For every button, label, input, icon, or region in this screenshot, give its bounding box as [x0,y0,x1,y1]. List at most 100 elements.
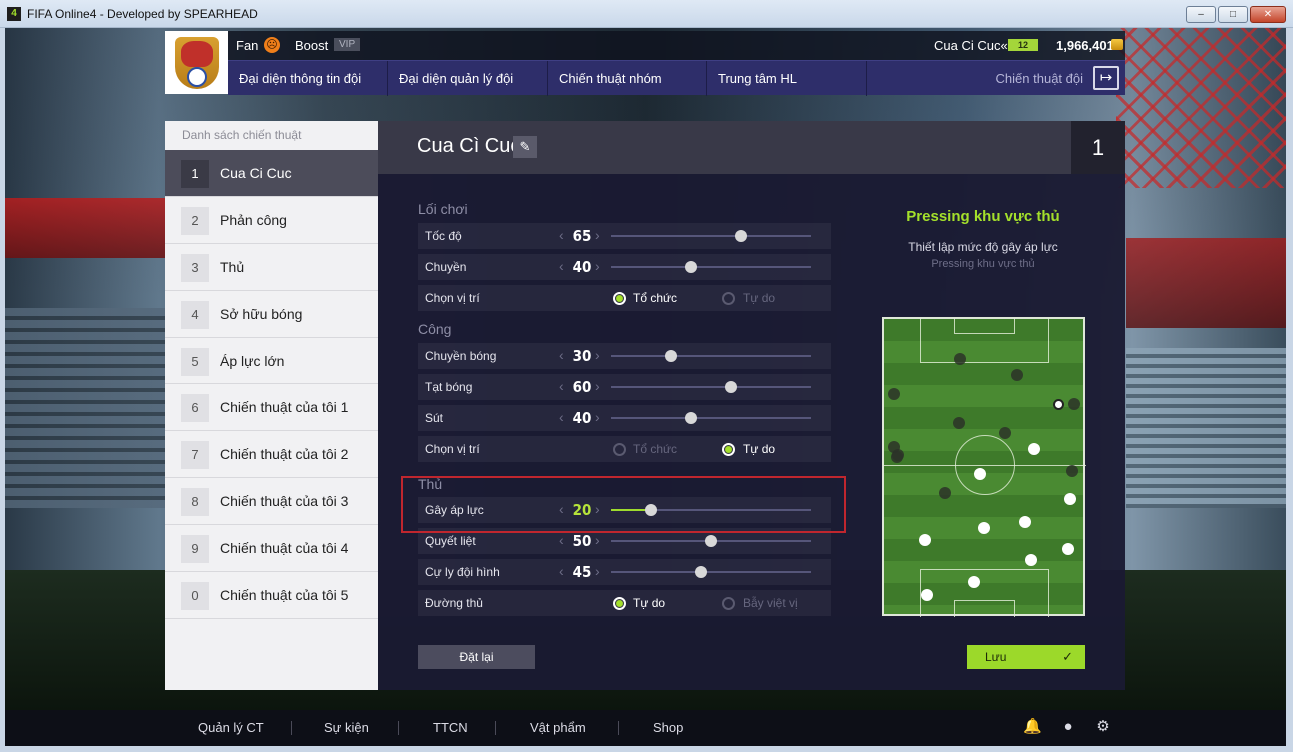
radio-label: Tổ chức [633,442,678,456]
tactic-number: 2 [181,206,209,235]
slider-knob[interactable] [725,381,737,393]
decrease-icon[interactable]: ‹ [559,378,564,394]
radio-label: Tự do [633,596,666,610]
coin-balance: 1,966,401 [1056,38,1114,53]
nav-group-tactics[interactable]: Chiến thuật nhóm [548,61,707,96]
nav-training-center[interactable]: Trung tâm HL [707,61,867,96]
tactic-item-4[interactable]: 4 Sở hữu bóng [165,291,378,338]
decrease-icon[interactable]: ‹ [559,532,564,548]
pitch-preview [882,317,1086,617]
decrease-icon[interactable]: ‹ [559,258,564,274]
tactic-item-10[interactable]: 0 Chiến thuật của tôi 5 [165,572,378,619]
menu-tactics-management[interactable]: Quản lý CT [198,720,264,735]
increase-icon[interactable]: › [595,347,600,363]
bell-icon[interactable]: 🔔 [1023,718,1042,736]
increase-icon[interactable]: › [595,563,600,579]
pitch-center-circle [955,435,1015,495]
radio-label: Bẫy việt vị [743,596,798,610]
boost-label[interactable]: Boost [295,38,328,53]
slider-track[interactable] [611,412,811,424]
slider-track[interactable] [611,350,811,362]
slider-row-passing: Chuyền ‹ 40 › [418,254,831,280]
increase-icon[interactable]: › [595,409,600,425]
slider-knob[interactable] [665,350,677,362]
tactic-item-7[interactable]: 7 Chiến thuật của tôi 2 [165,431,378,479]
edit-icon[interactable]: ✎ [513,136,537,158]
nav-team-management[interactable]: Đại diện quản lý đội [388,61,548,96]
tactic-label: Áp lực lớn [220,352,285,369]
increase-icon[interactable]: › [595,532,600,548]
slider-row-shooting: Sút ‹ 40 › [418,405,831,431]
close-button[interactable]: ✕ [1250,6,1286,23]
team-player-marker [968,576,980,588]
opponent-player-marker [1011,369,1023,381]
tactic-item-8[interactable]: 8 Chiến thuật của tôi 3 [165,478,378,526]
radio-offside-trap[interactable] [722,597,735,610]
menu-events[interactable]: Sự kiện [324,720,369,735]
opponent-player-marker [999,427,1011,439]
reset-button[interactable]: Đặt lại [418,645,535,669]
slider-row-speed: Tốc độ ‹ 65 › [418,223,831,249]
slider-track[interactable] [611,535,811,547]
slider-knob[interactable] [735,230,747,242]
menu-shop[interactable]: Shop [653,720,683,735]
decrease-icon[interactable]: ‹ [559,563,564,579]
increase-icon[interactable]: › [595,258,600,274]
window-title: FIFA Online4 - Developed by SPEARHEAD [27,7,258,21]
app-icon: 4 [7,7,21,21]
tactic-item-3[interactable]: 3 Thủ [165,244,378,291]
radio-free[interactable] [722,443,735,456]
opponent-player-marker [1066,465,1078,477]
slider-track[interactable] [611,381,811,393]
tactic-label: Chiến thuật của tôi 3 [220,493,349,510]
slider-knob[interactable] [705,535,717,547]
decrease-icon[interactable]: ‹ [559,347,564,363]
maximize-button[interactable]: □ [1218,6,1248,23]
minimize-button[interactable]: – [1186,6,1216,23]
increase-icon[interactable]: › [595,378,600,394]
nav-team-info[interactable]: Đại diện thông tin đội [228,61,388,96]
radio-free[interactable] [613,597,626,610]
menu-items[interactable]: Vật phẩm [530,720,586,735]
tactic-item-1[interactable]: 1 Cua Ci Cuc [165,150,378,197]
tactic-label: Phản công [220,211,287,228]
stadium-banner-left [5,198,165,258]
menu-personal-info[interactable]: TTCN [433,720,468,735]
gear-icon[interactable]: ⚙ [1094,718,1112,736]
save-button[interactable]: Lưu ✓ [967,645,1085,669]
slider-knob[interactable] [685,412,697,424]
tactic-item-9[interactable]: 9 Chiến thuật của tôi 4 [165,525,378,573]
fan-label: Fan [236,38,259,53]
team-player-marker [1019,516,1031,528]
decrease-icon[interactable]: ‹ [559,227,564,243]
slider-track[interactable] [611,566,811,578]
radio-free[interactable] [722,292,735,305]
tactic-number: 5 [181,347,209,376]
nav-team-tactics[interactable]: Chiến thuật đội [996,61,1083,96]
radio-organized[interactable] [613,292,626,305]
tactic-item-6[interactable]: 6 Chiến thuật của tôi 1 [165,384,378,432]
exit-icon[interactable]: ↦ [1093,66,1119,90]
decrease-icon[interactable]: ‹ [559,409,564,425]
opponent-player-marker [891,451,903,463]
slider-knob[interactable] [695,566,707,578]
team-player-marker [919,534,931,546]
stadium-banner-right [1126,238,1286,328]
increase-icon[interactable]: › [595,227,600,243]
tactic-item-2[interactable]: 2 Phản công [165,197,378,244]
window-frame-bottom [0,746,1293,752]
tactic-number: 4 [181,300,209,329]
user-icon[interactable]: ● [1059,718,1077,736]
radio-organized[interactable] [613,443,626,456]
tactic-label: Chiến thuật của tôi 1 [220,399,349,416]
tactic-header: Cua Cì Cuc ✎ 1 [378,121,1125,174]
tactic-label: Chiến thuật của tôi 2 [220,446,349,463]
tactic-item-5[interactable]: 5 Áp lực lớn [165,338,378,385]
slider-track[interactable] [611,230,811,242]
section-title-attack: Công [418,321,452,337]
slider-track[interactable] [611,261,811,273]
slider-label: Sút [425,411,444,425]
vip-badge: VIP [334,38,361,51]
slider-knob[interactable] [685,261,697,273]
slider-value: 50 [572,532,592,550]
